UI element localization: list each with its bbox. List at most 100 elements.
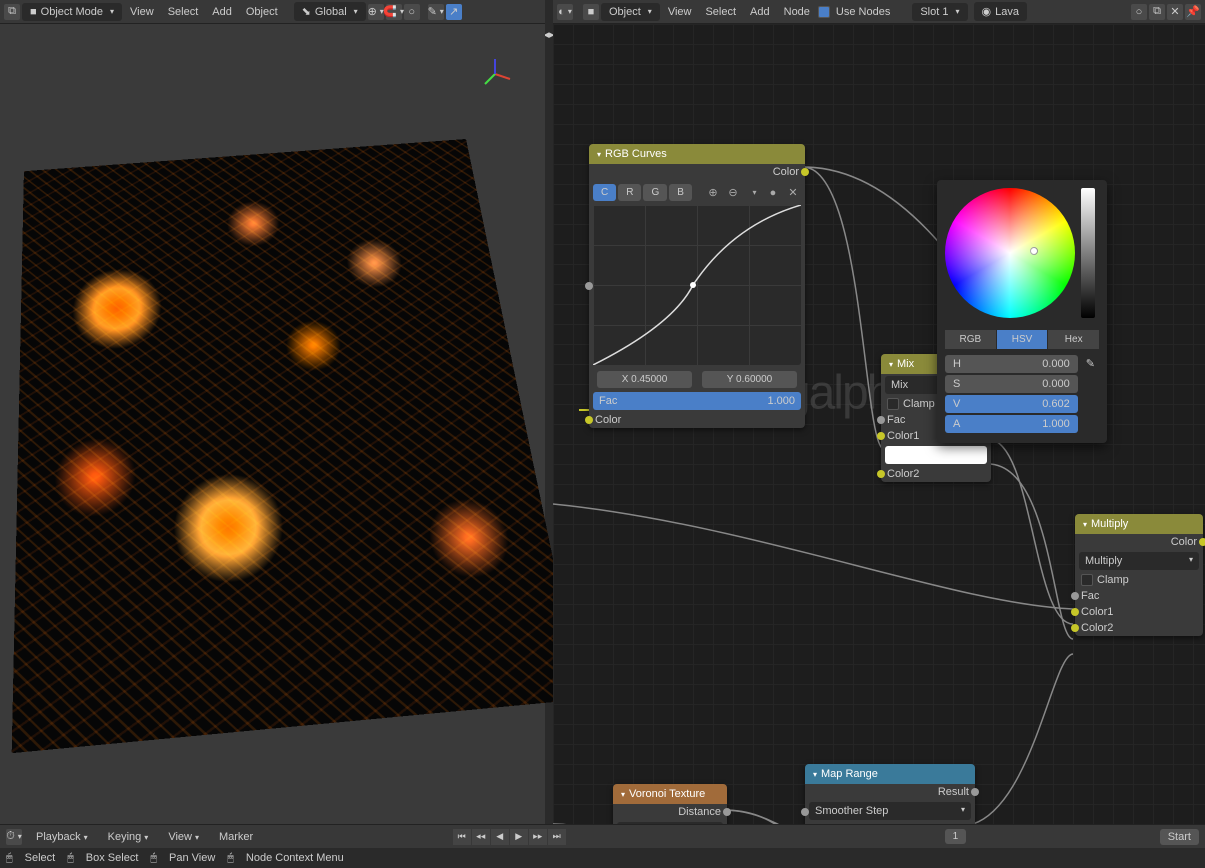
clip-icon[interactable]: ● <box>765 185 781 201</box>
node-multiply[interactable]: Multiply Color Multiply Clamp Fac Color1… <box>1075 514 1203 636</box>
color-wheel[interactable] <box>945 188 1075 318</box>
unlink-icon[interactable]: ✕ <box>1167 4 1183 20</box>
node-header-multiply[interactable]: Multiply <box>1075 514 1203 534</box>
current-frame-field[interactable]: 1 <box>945 829 967 844</box>
menu-add[interactable]: Add <box>206 3 238 21</box>
cp-a-field[interactable]: A1.000 <box>945 415 1078 433</box>
curve-x-field[interactable]: X 0.45000 <box>597 371 692 388</box>
area-splitter[interactable]: ◂▸ <box>545 24 553 844</box>
jump-end-icon[interactable]: ⏭ <box>548 829 566 845</box>
prev-key-icon[interactable]: ◂◂ <box>472 829 490 845</box>
brush-icon[interactable]: ✎ <box>428 4 444 20</box>
zoom-in-icon[interactable]: ⊕ <box>705 185 721 201</box>
timeline-type-icon[interactable]: ⏱ <box>6 829 22 845</box>
node-menu-view[interactable]: View <box>662 3 698 21</box>
eyedropper-icon[interactable]: ✎ <box>1082 353 1099 374</box>
orientation-dropdown[interactable]: ⬊ Global <box>294 2 366 21</box>
cp-h-field[interactable]: H0.000 <box>945 355 1078 373</box>
node-editor[interactable]: ...galpha.co... RGB Curves Color C R G B… <box>553 24 1205 844</box>
socket-color-out[interactable]: Color <box>589 164 805 180</box>
status-context-menu: Node Context Menu <box>246 852 344 864</box>
status-pan: Pan View <box>169 852 215 864</box>
shader-type-icon[interactable]: ◐ <box>557 4 573 20</box>
next-key-icon[interactable]: ▸▸ <box>529 829 547 845</box>
tools-dropdown-icon[interactable] <box>745 185 761 201</box>
menu-object[interactable]: Object <box>240 3 284 21</box>
data-icon[interactable]: ■ <box>583 4 599 20</box>
prop-edit-icon[interactable]: ○ <box>404 4 420 20</box>
delete-point-icon[interactable]: ✕ <box>785 185 801 201</box>
map-range-interp-dropdown[interactable]: Smoother Step <box>809 802 971 820</box>
menu-select[interactable]: Select <box>162 3 205 21</box>
timeline-keying[interactable]: Keying <box>102 828 155 846</box>
multiply-color1[interactable]: Color1 <box>1075 604 1203 620</box>
curve-y-field[interactable]: Y 0.60000 <box>702 371 797 388</box>
cp-tab-hex[interactable]: Hex <box>1048 330 1099 349</box>
material-field[interactable]: ◉ Lava <box>974 2 1027 21</box>
axis-gizmo[interactable] <box>475 54 515 94</box>
curve-tab-r[interactable]: R <box>618 184 641 201</box>
multiply-fac[interactable]: Fac <box>1075 588 1203 604</box>
node-header: ◐ ■ Object View Select Add Node Use Node… <box>553 0 1205 24</box>
mix-color2-socket[interactable]: Color2 <box>881 466 991 482</box>
mouse-drag-icon: 🖱 <box>67 852 74 865</box>
curve-tab-b[interactable]: B <box>669 184 692 201</box>
multiply-color2[interactable]: Color2 <box>1075 620 1203 636</box>
mouse-middle-icon: 🖱 <box>150 852 157 865</box>
node-menu-select[interactable]: Select <box>699 3 742 21</box>
node-menu-node[interactable]: Node <box>778 3 816 21</box>
mode-dropdown[interactable]: ■Object Mode <box>22 3 122 21</box>
node-rgb-curves[interactable]: RGB Curves Color C R G B ⊕ ⊖ ● ✕ X 0.450… <box>589 144 805 428</box>
gizmo-icon[interactable]: ↗ <box>446 4 462 20</box>
socket-color-in[interactable]: Color <box>589 412 805 428</box>
node-header-voronoi[interactable]: Voronoi Texture <box>613 784 727 804</box>
jump-start-icon[interactable]: ⏮ <box>453 829 471 845</box>
timeline-header: ⏱ Playback Keying View Marker ⏮ ◂◂ ◀ ▶ ▸… <box>0 824 1205 848</box>
zoom-out-icon[interactable]: ⊖ <box>725 185 741 201</box>
play-fwd-icon[interactable]: ▶ <box>510 829 528 845</box>
start-frame-field[interactable]: Start <box>1160 829 1199 845</box>
color-picker-popup: RGB HSV Hex H0.000 S0.000 V0.602 A1.000 … <box>937 180 1107 443</box>
slot-dropdown[interactable]: Slot 1 <box>912 3 967 21</box>
cp-tab-hsv[interactable]: HSV <box>997 330 1048 349</box>
mouse-right-icon: 🖱 <box>227 852 234 865</box>
use-nodes-label: Use Nodes <box>836 6 890 18</box>
mouse-left-icon: 🖱 <box>6 852 13 865</box>
play-rev-icon[interactable]: ◀ <box>491 829 509 845</box>
multiply-mode-dropdown[interactable]: Multiply <box>1079 552 1199 570</box>
curve-tab-c[interactable]: C <box>593 184 616 201</box>
viewport-header: ⧉ ■Object Mode View Select Add Object ⬊ … <box>0 0 545 24</box>
voronoi-distance-out[interactable]: Distance <box>613 804 727 820</box>
cp-v-field[interactable]: V0.602 <box>945 395 1078 413</box>
cp-tab-rgb[interactable]: RGB <box>945 330 996 349</box>
new-material-icon[interactable]: ○ <box>1131 4 1147 20</box>
timeline-marker[interactable]: Marker <box>213 828 259 846</box>
copy-material-icon[interactable]: ⧉ <box>1149 4 1165 20</box>
mix-color-swatch[interactable] <box>885 446 987 464</box>
3d-viewport[interactable] <box>0 24 545 844</box>
timeline-playback[interactable]: Playback <box>30 828 94 846</box>
node-header-rgb-curves[interactable]: RGB Curves <box>589 144 805 164</box>
use-nodes-checkbox[interactable] <box>818 6 830 18</box>
curve-editor[interactable] <box>593 205 801 365</box>
playback-controls: ⏮ ◂◂ ◀ ▶ ▸▸ ⏭ <box>453 829 566 845</box>
editor-type-icon[interactable]: ⧉ <box>4 4 20 20</box>
menu-view[interactable]: View <box>124 3 160 21</box>
pivot-icon[interactable]: ⊕ <box>368 4 384 20</box>
lava-plane-mesh[interactable] <box>12 139 582 753</box>
curve-tab-g[interactable]: G <box>643 184 667 201</box>
status-box-select: Box Select <box>86 852 139 864</box>
fac-field[interactable]: Fac1.000 <box>593 392 801 410</box>
multiply-out[interactable]: Color <box>1075 534 1203 550</box>
node-menu-add[interactable]: Add <box>744 3 776 21</box>
multiply-clamp[interactable]: Clamp <box>1075 572 1203 588</box>
node-header-map-range[interactable]: Map Range <box>805 764 975 784</box>
cp-s-field[interactable]: S0.000 <box>945 375 1078 393</box>
timeline-view[interactable]: View <box>162 828 205 846</box>
status-bar: 🖱Select 🖱Box Select 🖱Pan View 🖱Node Cont… <box>0 848 1205 868</box>
snap-icon[interactable]: 🧲 <box>386 4 402 20</box>
map-range-result-out[interactable]: Result <box>805 784 975 800</box>
value-slider[interactable] <box>1081 188 1095 318</box>
object-dropdown[interactable]: Object <box>601 3 660 21</box>
pin-icon[interactable]: 📌 <box>1185 4 1201 20</box>
